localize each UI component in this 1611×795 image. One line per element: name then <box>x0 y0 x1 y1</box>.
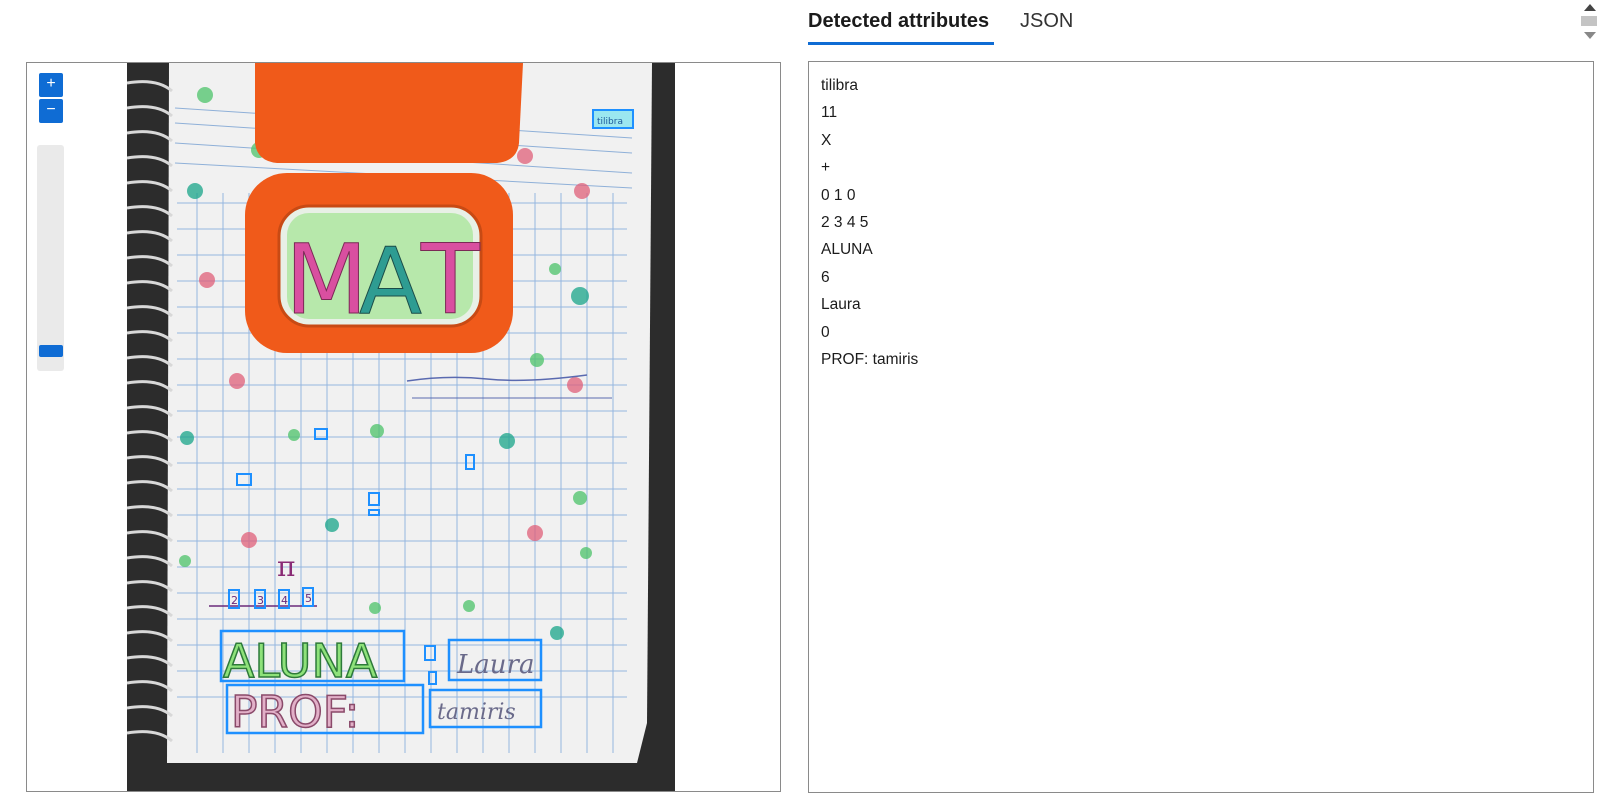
photo-number-4: 4 <box>281 594 288 607</box>
notebook-photo: M A T tilibra π 2 3 4 5 ALUNA Laura PROF… <box>127 63 675 791</box>
attribute-item: X <box>821 131 832 149</box>
scroll-down-icon[interactable] <box>1584 32 1596 39</box>
photo-title-a: A <box>359 228 422 335</box>
active-tab-indicator <box>808 42 994 45</box>
scroll-up-icon[interactable] <box>1584 4 1596 11</box>
plus-icon: + <box>46 75 56 92</box>
photo-laura: Laura <box>456 650 534 680</box>
page-scrollbar[interactable] <box>1578 0 1600 46</box>
attribute-item: 0 1 0 <box>821 186 856 204</box>
photo-number-3: 3 <box>257 594 264 607</box>
detected-attributes-panel: tilibra 11 X + 0 1 0 2 3 4 5 ALUNA 6 Lau… <box>808 61 1594 793</box>
attribute-item: 0 <box>821 323 830 341</box>
photo-number-2: 2 <box>231 594 238 607</box>
tab-json[interactable]: JSON <box>1020 10 1073 33</box>
photo-number-5: 5 <box>305 592 312 605</box>
photo-tamiris: tamiris <box>437 700 516 725</box>
image-viewer[interactable]: + − M A T tilibra π 2 3 4 5 ALUNA Laura … <box>26 62 781 792</box>
photo-prof: PROF: <box>231 687 359 738</box>
attribute-item: ALUNA <box>821 241 873 259</box>
tab-detected-attributes[interactable]: Detected attributes <box>808 10 989 33</box>
attribute-item: + <box>821 159 831 177</box>
zoom-in-button[interactable]: + <box>39 73 63 97</box>
minus-icon: − <box>46 101 56 118</box>
zoom-slider-thumb[interactable] <box>39 345 63 357</box>
attribute-item: 2 3 4 5 <box>821 214 869 232</box>
photo-title-m: M <box>285 224 368 336</box>
zoom-out-button[interactable]: − <box>39 99 63 123</box>
attribute-item: Laura <box>821 296 861 314</box>
zoom-slider[interactable] <box>37 145 64 371</box>
photo-pi: π <box>277 550 295 583</box>
attribute-item: 11 <box>821 104 838 122</box>
photo-title-t: T <box>420 224 480 336</box>
scrollbar-thumb[interactable] <box>1581 16 1597 26</box>
photo-aluna: ALUNA <box>223 634 378 688</box>
mat-title: M A T <box>285 224 481 337</box>
attribute-item: PROF: tamiris <box>821 351 919 369</box>
attribute-item: tilibra <box>821 77 859 94</box>
attribute-item: 6 <box>821 268 830 286</box>
photo-brand: tilibra <box>597 117 623 127</box>
